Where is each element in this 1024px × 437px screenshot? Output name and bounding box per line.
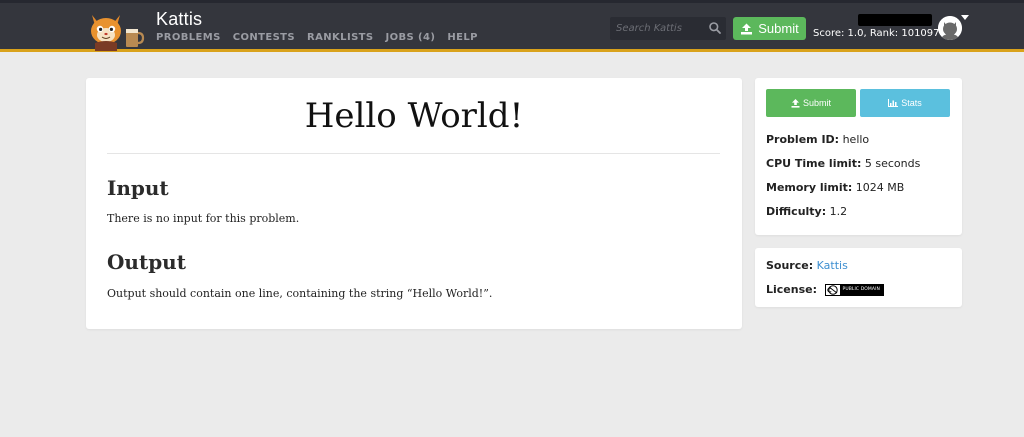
submit-button[interactable]: Submit [766,89,856,117]
source-row: Source: Kattis [766,259,848,272]
nav-contests[interactable]: CONTESTS [233,32,295,43]
problem-title: Hello World! [304,96,524,136]
cpu-time-row: CPU Time limit: 5 seconds [766,157,920,170]
avatar-cat-icon [938,16,962,40]
cpu-time-label: CPU Time limit: [766,157,862,170]
source-label: Source: [766,259,814,272]
brand-name[interactable]: Kattis [156,9,202,30]
bar-chart-icon [888,99,899,107]
upload-icon [741,23,753,34]
input-heading: Input [107,176,169,200]
problem-id-label: Problem ID: [766,133,840,146]
public-domain-badge[interactable]: PUBLIC DOMAIN [824,284,884,296]
license-row: License: PUBLIC DOMAIN [766,283,884,296]
header-submit-button[interactable]: Submit [733,17,806,40]
nav-jobs[interactable]: JOBS (4) [386,32,436,43]
redacted-username [858,14,932,26]
output-heading: Output [107,250,186,274]
difficulty-label: Difficulty: [766,205,827,218]
kattis-logo-icon[interactable] [86,9,146,51]
nav-problems[interactable]: PROBLEMS [156,32,221,43]
license-label: License: [766,283,817,296]
stats-button[interactable]: Stats [860,89,950,117]
cpu-time-value: 5 seconds [864,157,921,170]
problem-id-value: hello [842,133,870,146]
creative-commons-icon [826,285,838,295]
search-input[interactable] [610,17,704,40]
nav-help[interactable]: HELP [447,32,478,43]
memory-limit-label: Memory limit: [766,181,853,194]
source-link[interactable]: Kattis [817,259,848,272]
user-avatar[interactable] [938,16,962,40]
memory-limit-value: 1024 MB [855,181,905,194]
problem-id-row: Problem ID: hello [766,133,869,146]
topbar-edge [0,0,1024,3]
output-description: Output should contain one line, containi… [107,287,493,300]
stats-button-label: Stats [901,98,922,108]
difficulty-row: Difficulty: 1.2 [766,205,847,218]
search-icon[interactable] [708,21,722,35]
difficulty-value: 1.2 [829,205,848,218]
nav-ranklists[interactable]: RANKLISTS [307,32,373,43]
public-domain-label: PUBLIC DOMAIN [839,285,883,295]
source-license-card: Source: Kattis License: PUBLIC DOMAIN [755,248,962,307]
main-nav: PROBLEMS CONTESTS RANKLISTS JOBS (4) HEL… [156,32,490,43]
upload-icon [791,98,800,108]
title-divider [107,153,720,154]
problem-info-card: Submit Stats Problem ID: hello CPU Time … [755,78,962,235]
top-navbar: Kattis PROBLEMS CONTESTS RANKLISTS JOBS … [0,0,1024,52]
header-submit-label: Submit [758,21,799,36]
caret-down-icon[interactable] [961,15,969,20]
problem-statement-card: Hello World! Input There is no input for… [86,78,742,329]
memory-limit-row: Memory limit: 1024 MB [766,181,904,194]
input-description: There is no input for this problem. [107,212,300,225]
score-rank-text: Score: 1.0, Rank: 101097 [813,28,940,39]
search-box [610,17,726,40]
submit-button-label: Submit [802,98,831,108]
